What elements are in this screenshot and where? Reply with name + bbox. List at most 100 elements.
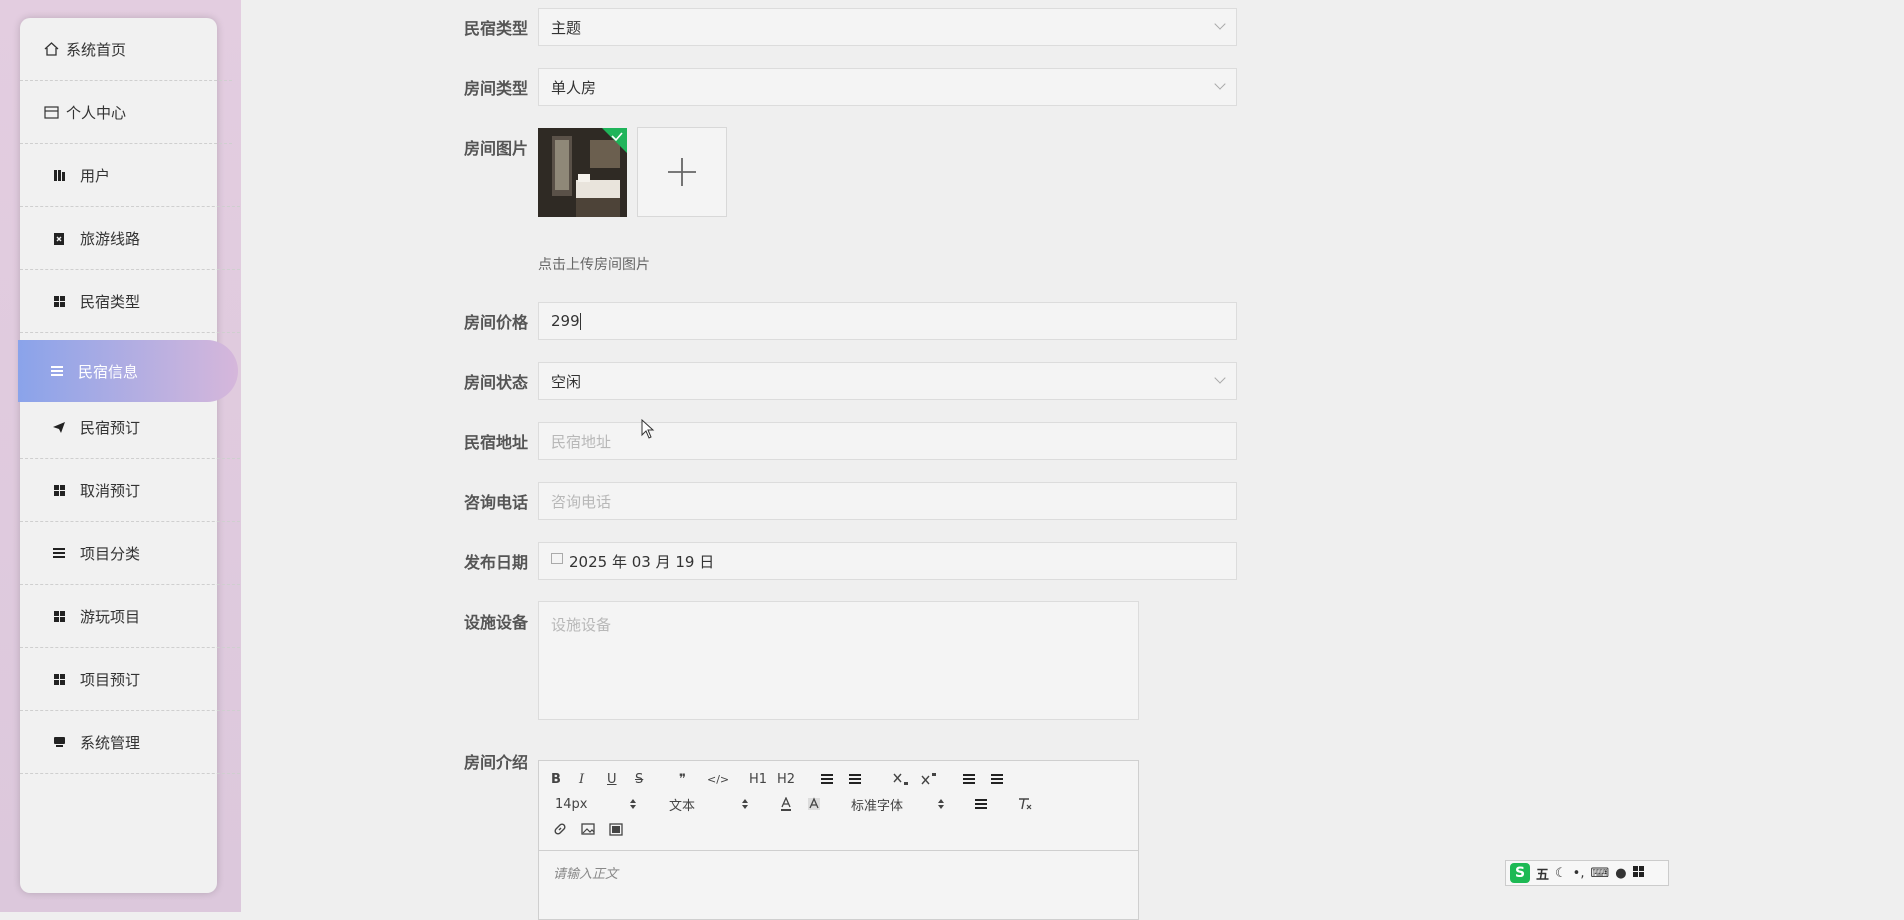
input-value: 299 xyxy=(551,312,580,330)
sidebar-item-label: 项目分类 xyxy=(80,544,141,563)
grid-icon xyxy=(50,673,68,685)
select-arrows-icon xyxy=(937,794,945,814)
select-arrows-icon xyxy=(629,794,637,814)
subscript-icon[interactable] xyxy=(893,769,909,789)
rich-text-editor[interactable]: B I U S ❞ </> H1 H2 14px 文本 标准字体 请输入正文 xyxy=(538,760,1139,920)
row-phone: 咨询电话 xyxy=(463,481,528,521)
row-intro: 房间介绍 xyxy=(463,741,528,781)
select-value: 空闲 xyxy=(551,372,582,391)
sidebar-item-homestay-booking[interactable]: 民宿预订 xyxy=(20,396,240,459)
background-color-icon[interactable] xyxy=(807,794,821,814)
indent-icon[interactable] xyxy=(991,769,1003,789)
sidebar-item-system-management[interactable]: 系统管理 xyxy=(20,711,240,774)
facilities-textarea[interactable]: 设施设备 xyxy=(538,601,1139,720)
sidebar-item-users[interactable]: 用户 xyxy=(20,144,240,207)
grid-icon xyxy=(50,295,68,307)
code-button[interactable]: </> xyxy=(707,769,729,789)
clear-format-icon[interactable] xyxy=(1017,794,1033,814)
punctuation-icon[interactable]: •, xyxy=(1573,866,1585,881)
ime-toolbar[interactable]: S 五 ☾ •, ⌨ ● xyxy=(1505,860,1669,886)
clipboard-icon xyxy=(50,231,68,245)
date-value: 2025 年 03 月 19 日 xyxy=(569,552,715,571)
superscript-icon[interactable] xyxy=(921,769,937,789)
bullet-list-icon[interactable] xyxy=(849,769,861,789)
editor-placeholder: 请输入正文 xyxy=(553,867,619,882)
editor-content[interactable]: 请输入正文 xyxy=(539,851,1138,894)
chevron-down-icon xyxy=(1214,78,1226,90)
row-room-image: 房间图片 xyxy=(463,127,528,167)
align-icon[interactable] xyxy=(975,794,987,814)
h1-button[interactable]: H1 xyxy=(749,769,767,789)
video-icon[interactable] xyxy=(609,819,623,839)
font-size-select[interactable]: 14px xyxy=(555,794,588,814)
add-image-button[interactable] xyxy=(637,127,727,217)
sidebar-item-project-categories[interactable]: 项目分类 xyxy=(20,522,240,585)
sidebar-item-label: 游玩项目 xyxy=(80,607,141,626)
image-icon[interactable] xyxy=(581,819,595,839)
field-label: 设施设备 xyxy=(463,613,528,632)
sidebar-item-homestay-types[interactable]: 民宿类型 xyxy=(20,270,240,333)
sidebar-item-home[interactable]: 系统首页 xyxy=(20,18,232,81)
homestay-type-select[interactable]: 主题 xyxy=(538,8,1237,46)
underline-button[interactable]: U xyxy=(607,769,617,789)
row-room-type: 房间类型 xyxy=(463,67,528,107)
input-placeholder: 咨询电话 xyxy=(551,492,612,511)
sidebar: 系统首页 个人中心 用户 旅游线路 民宿类型 民宿信息 民宿预订 取消预订 项目… xyxy=(18,18,240,893)
h2-button[interactable]: H2 xyxy=(777,769,795,789)
ordered-list-icon[interactable] xyxy=(821,769,833,789)
input-placeholder: 民宿地址 xyxy=(551,432,612,451)
room-type-select[interactable]: 单人房 xyxy=(538,68,1237,106)
list-icon xyxy=(48,366,66,376)
ime-mode[interactable]: 五 xyxy=(1536,864,1549,883)
row-address: 民宿地址 xyxy=(463,421,528,461)
field-label: 民宿地址 xyxy=(463,433,528,452)
room-status-select[interactable]: 空闲 xyxy=(538,362,1237,400)
row-publish-date: 发布日期 xyxy=(463,541,528,581)
keyboard-icon[interactable]: ⌨ xyxy=(1590,866,1609,881)
calendar-icon xyxy=(551,552,563,564)
italic-button[interactable]: I xyxy=(579,769,584,789)
plus-icon xyxy=(668,158,696,186)
sidebar-item-label: 系统首页 xyxy=(66,40,127,59)
user-icon[interactable]: ● xyxy=(1615,866,1626,881)
mouse-cursor-icon xyxy=(641,419,655,439)
phone-input[interactable]: 咨询电话 xyxy=(538,482,1237,520)
grid-icon xyxy=(50,610,68,622)
chevron-down-icon xyxy=(1214,372,1226,384)
publish-date-picker[interactable]: 2025 年 03 月 19 日 xyxy=(538,542,1237,580)
strike-button[interactable]: S xyxy=(635,769,643,789)
field-label: 房间类型 xyxy=(463,79,528,98)
select-arrows-icon xyxy=(741,794,749,814)
link-icon[interactable] xyxy=(553,819,567,839)
apps-icon[interactable] xyxy=(1632,865,1644,881)
sidebar-item-profile[interactable]: 个人中心 xyxy=(20,81,232,144)
room-price-input[interactable]: 299 xyxy=(538,302,1237,340)
font-color-icon[interactable] xyxy=(779,794,793,814)
field-label: 房间价格 xyxy=(463,313,528,332)
desktop-icon xyxy=(50,736,68,748)
quote-button[interactable]: ❞ xyxy=(679,769,686,789)
upload-hint: 点击上传房间图片 xyxy=(538,257,650,273)
outdent-icon[interactable] xyxy=(963,769,975,789)
row-facilities: 设施设备 xyxy=(463,601,528,641)
grid-icon xyxy=(50,484,68,496)
moon-icon[interactable]: ☾ xyxy=(1555,866,1567,881)
send-icon xyxy=(50,421,68,434)
field-label: 房间图片 xyxy=(463,139,528,158)
sidebar-item-play-projects[interactable]: 游玩项目 xyxy=(20,585,240,648)
select-value: 主题 xyxy=(551,18,582,37)
sidebar-item-label: 项目预订 xyxy=(80,670,141,689)
row-room-status: 房间状态 xyxy=(463,361,528,401)
field-label: 民宿类型 xyxy=(463,19,528,38)
sidebar-item-cancel-booking[interactable]: 取消预订 xyxy=(20,459,240,522)
sidebar-item-label: 民宿预订 xyxy=(80,418,141,437)
row-homestay-type: 民宿类型 xyxy=(463,7,528,47)
bold-button[interactable]: B xyxy=(551,769,561,789)
text-style-select[interactable]: 文本 xyxy=(669,794,695,814)
font-family-select[interactable]: 标准字体 xyxy=(851,794,903,814)
sidebar-item-homestay-info[interactable]: 民宿信息 xyxy=(18,340,238,402)
sidebar-item-project-booking[interactable]: 项目预订 xyxy=(20,648,240,711)
sidebar-item-travel-routes[interactable]: 旅游线路 xyxy=(20,207,240,270)
field-label: 房间介绍 xyxy=(463,753,528,772)
room-image-thumbnail[interactable] xyxy=(538,128,627,217)
